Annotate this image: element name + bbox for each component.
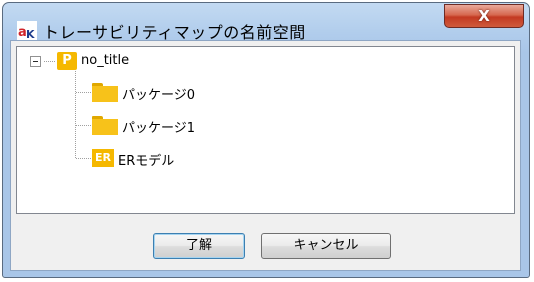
tree-expander-toggle[interactable] — [30, 56, 41, 67]
close-icon: X — [478, 7, 490, 25]
namespace-tree[interactable]: P no_title パッケージ0 パッケージ1 ER ERモデル — [16, 46, 515, 214]
button-bar: 了解 キャンセル — [11, 214, 520, 272]
tree-node-package1[interactable]: パッケージ1 — [122, 117, 195, 136]
app-icon: a K — [17, 21, 37, 41]
tree-node-er-model[interactable]: ERモデル — [118, 150, 174, 169]
dialog-content: P no_title パッケージ0 パッケージ1 ER ERモデル 了解 キャン… — [10, 40, 521, 271]
collapse-icon — [33, 61, 38, 62]
folder-icon — [92, 83, 118, 102]
dialog-window: a K トレーサビリティマップの名前空間 X P no_title パッケージ0… — [2, 2, 530, 278]
tree-node-root[interactable]: no_title — [81, 53, 129, 68]
ok-button[interactable]: 了解 — [153, 233, 245, 259]
er-model-icon: ER — [92, 149, 114, 167]
package-icon: P — [57, 52, 77, 70]
folder-icon — [92, 116, 118, 135]
cancel-button[interactable]: キャンセル — [261, 233, 391, 259]
close-button[interactable]: X — [444, 4, 524, 28]
tree-node-package0[interactable]: パッケージ0 — [122, 84, 195, 103]
